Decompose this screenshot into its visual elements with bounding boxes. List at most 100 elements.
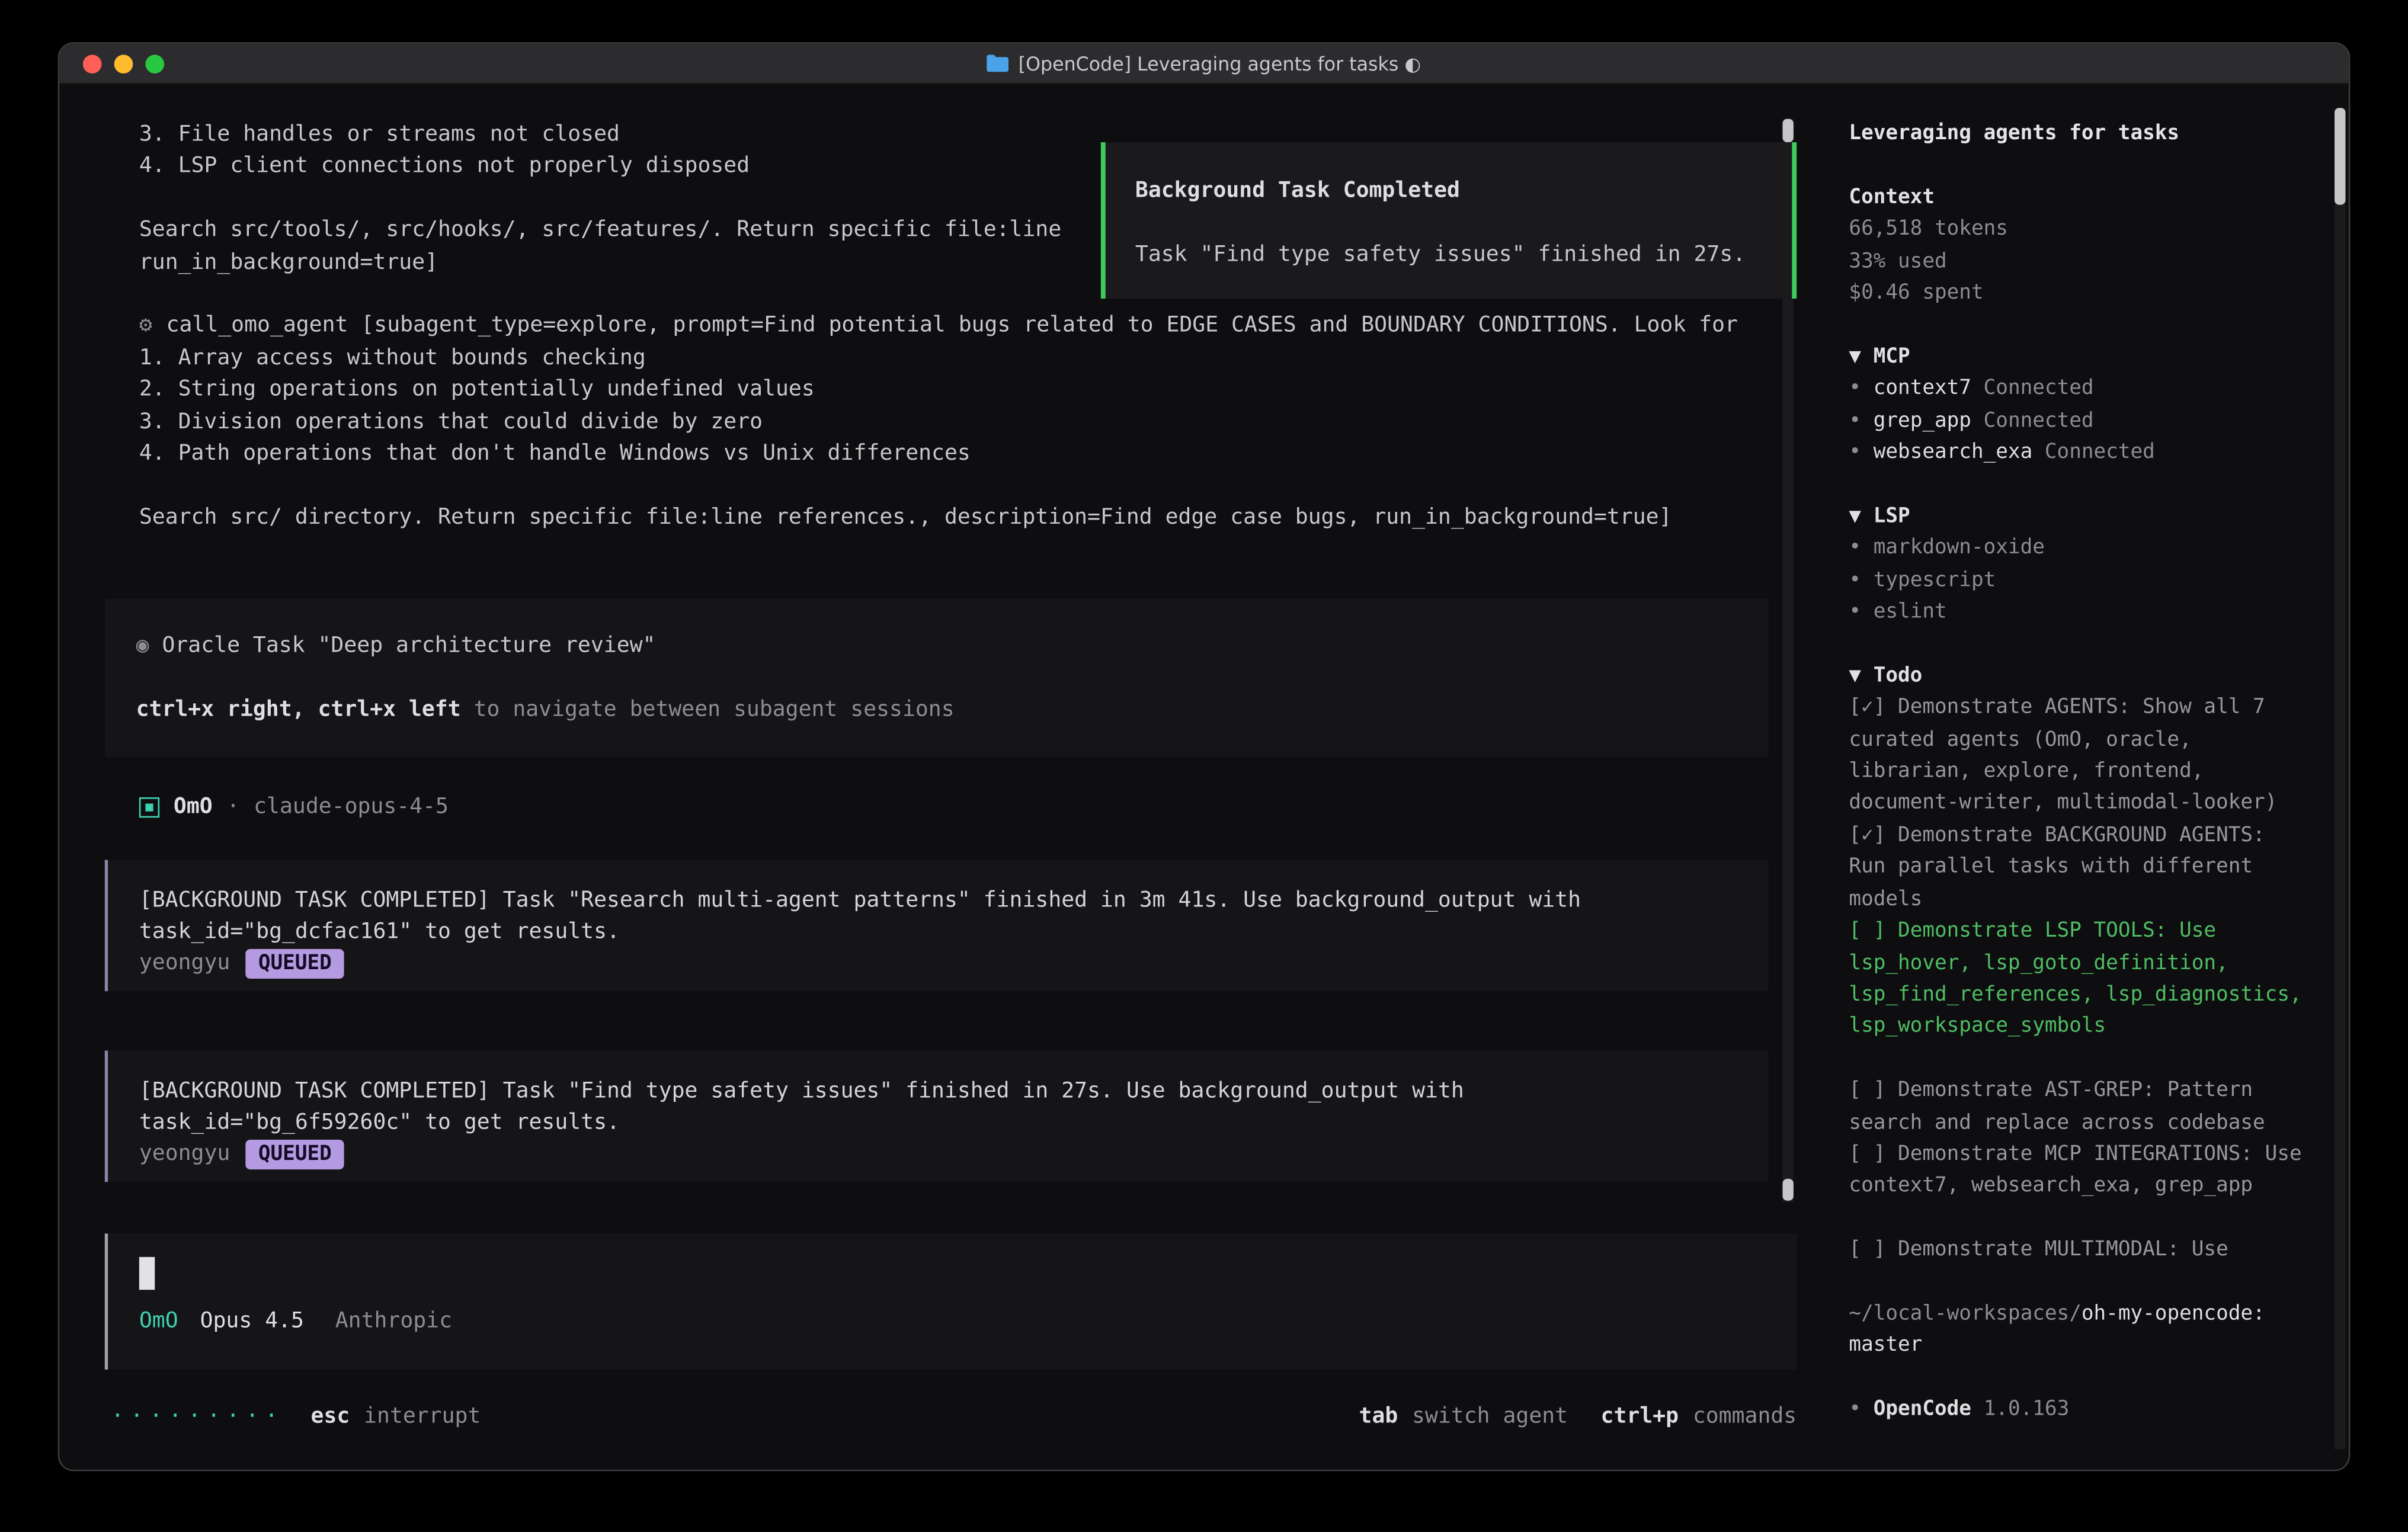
mcp-name: websearch_exa	[1874, 441, 2033, 464]
mcp-status: Connected	[1984, 409, 2094, 432]
todo-text: Demonstrate AST-GREP: Pattern search and…	[1849, 1079, 2265, 1134]
traffic-lights	[83, 55, 164, 73]
todo-text: Demonstrate LSP TOOLS: Use lsp_hover, ls…	[1849, 919, 2301, 1039]
queued-badge: QUEUED	[246, 949, 344, 979]
oracle-hint: ctrl+x right, ctrl+x left to navigate be…	[136, 694, 1737, 726]
bullet-icon: •	[1849, 409, 1861, 432]
prompt-input[interactable]: OmO Opus 4.5 Anthropic	[105, 1233, 1797, 1369]
tool-call-block: ⚙ call_omo_agent [subagent_type=explore, …	[105, 310, 1823, 534]
lsp-name: typescript	[1874, 569, 1996, 592]
todo-item: [✓] Demonstrate AGENTS: Show all 7 curat…	[1849, 693, 2304, 821]
message-text: [BACKGROUND TASK COMPLETED] Task "Resear…	[139, 884, 1734, 948]
tab-key-hint: tab	[1359, 1400, 1398, 1432]
workspace-path: ~/local-workspaces/oh-my-opencode: maste…	[1849, 1299, 2304, 1363]
context-heading: Context	[1849, 182, 2304, 214]
interrupt-label: interrupt	[364, 1400, 481, 1432]
lsp-heading[interactable]: ▼ LSP	[1849, 502, 2304, 534]
todo-checkbox: [✓]	[1849, 696, 1885, 720]
agent-header: OmO · claude-opus-4-5	[139, 791, 1823, 823]
titlebar: [OpenCode] Leveraging agents for tasks ◐	[59, 44, 2348, 85]
window-title: [OpenCode] Leveraging agents for tasks ◐	[987, 52, 1421, 74]
tool-call-text: call_omo_agent [subagent_type=explore, p…	[166, 313, 1738, 338]
todo-heading[interactable]: ▼ Todo	[1849, 661, 2304, 693]
todo-text: Demonstrate MULTIMODAL: Use	[1898, 1238, 2228, 1262]
text-cursor	[139, 1257, 155, 1289]
mcp-item: • context7 Connected	[1849, 374, 2304, 406]
commands-label: commands	[1693, 1400, 1797, 1432]
status-right: tab switch agent ctrl+p commands	[1359, 1400, 1797, 1432]
mcp-name: grep_app	[1874, 409, 1971, 432]
message-block: [BACKGROUND TASK COMPLETED] Task "Resear…	[105, 859, 1769, 991]
bullet-icon: •	[1849, 569, 1861, 592]
oracle-title-line: ◉ Oracle Task "Deep architecture review"	[136, 630, 1737, 662]
switch-agent-label: switch agent	[1412, 1400, 1568, 1432]
gear-icon: ⚙	[139, 313, 152, 338]
bullet-icon: •	[1849, 600, 1861, 624]
spinner-dots-icon: ·········	[111, 1400, 284, 1432]
oracle-title: Oracle Task "Deep architecture review"	[162, 633, 655, 658]
folder-icon	[987, 55, 1009, 72]
lsp-name: eslint	[1874, 600, 1947, 624]
oracle-task-panel[interactable]: ◉ Oracle Task "Deep architecture review"…	[105, 599, 1769, 757]
main-pane: 3. File handles or streams not closed 4.…	[59, 85, 1822, 1472]
agent-icon	[139, 797, 159, 818]
sidebar: Leveraging agents for tasks Context 66,5…	[1823, 85, 2349, 1472]
scrollbar-thumb[interactable]	[1782, 1179, 1793, 1201]
todo-checkbox: [✓]	[1849, 823, 1885, 847]
sidebar-footer: • OpenCode 1.0.163	[1849, 1395, 2304, 1427]
window-body: 3. File handles or streams not closed 4.…	[59, 85, 2348, 1472]
input-model-row: OmO Opus 4.5 Anthropic	[139, 1305, 1766, 1337]
message-author: yeongyu	[139, 1139, 230, 1171]
agent-name: OmO	[174, 791, 213, 823]
session-title: Leveraging agents for tasks	[1849, 119, 2304, 151]
todo-item: [ ] Demonstrate MCP INTEGRATIONS: Use co…	[1849, 1140, 2304, 1204]
desktop: [OpenCode] Leveraging agents for tasks ◐…	[0, 0, 2408, 1532]
mcp-name: context7	[1874, 377, 1971, 401]
scrollbar-thumb[interactable]	[1782, 119, 1793, 143]
opencode-name: OpenCode	[1874, 1398, 1971, 1422]
lsp-section: ▼ LSP • markdown-oxide • typescript • es…	[1849, 502, 2304, 629]
mcp-heading[interactable]: ▼ MCP	[1849, 342, 2304, 374]
todo-checkbox: [ ]	[1849, 919, 1885, 943]
context-spent: $0.46 spent	[1849, 278, 2304, 310]
opencode-version: 1.0.163	[1984, 1398, 2070, 1422]
bullet-icon: •	[1849, 377, 1861, 401]
bullet-icon: •	[1849, 537, 1861, 560]
lsp-name: markdown-oxide	[1874, 537, 2045, 560]
sidebar-scrollbar[interactable]	[2335, 108, 2345, 1449]
todo-text: Demonstrate BACKGROUND AGENTS: Run paral…	[1849, 823, 2265, 911]
workspace-prefix: ~/local-workspaces/	[1849, 1302, 2081, 1326]
tool-call-line: 2. String operations on potentially unde…	[139, 374, 1797, 406]
lsp-item: • typescript	[1849, 565, 2304, 597]
todo-item: [ ] Demonstrate MULTIMODAL: Use	[1849, 1235, 2304, 1267]
todo-checkbox: [ ]	[1849, 1079, 1885, 1102]
close-button[interactable]	[83, 55, 102, 73]
background-task-toast: Background Task Completed Task "Find typ…	[1101, 142, 1797, 299]
status-bar: ········· esc interrupt tab switch agent…	[111, 1400, 1797, 1432]
minimize-button[interactable]	[114, 55, 133, 73]
mcp-status: Connected	[1984, 377, 2094, 401]
oracle-hint-rest: to navigate between subagent sessions	[461, 697, 955, 722]
tool-call-line: 1. Array access without bounds checking	[139, 342, 1797, 374]
ctrlp-key-hint: ctrl+p	[1601, 1400, 1679, 1432]
scrollbar-thumb[interactable]	[2335, 108, 2345, 205]
message-meta: yeongyu QUEUED	[139, 948, 1734, 980]
todo-checkbox: [ ]	[1849, 1143, 1885, 1166]
todo-item: [ ] Demonstrate AST-GREP: Pattern search…	[1849, 1076, 2304, 1140]
bullet-icon: •	[1849, 441, 1861, 464]
mcp-status: Connected	[2045, 441, 2155, 464]
mcp-item: • grep_app Connected	[1849, 406, 2304, 438]
todo-item: [✓] Demonstrate BACKGROUND AGENTS: Run p…	[1849, 821, 2304, 916]
todo-text: Demonstrate AGENTS: Show all 7 curated a…	[1849, 696, 2277, 815]
lsp-item: • markdown-oxide	[1849, 534, 2304, 566]
mcp-item: • websearch_exa Connected	[1849, 438, 2304, 470]
mcp-section: ▼ MCP • context7 Connected • grep_app Co…	[1849, 342, 2304, 469]
context-used: 33% used	[1849, 246, 2304, 278]
zoom-button[interactable]	[145, 55, 164, 73]
status-left: ········· esc interrupt	[111, 1400, 481, 1432]
message-text: [BACKGROUND TASK COMPLETED] Task "Find t…	[139, 1075, 1734, 1139]
terminal-window: [OpenCode] Leveraging agents for tasks ◐…	[58, 42, 2351, 1471]
input-model: Opus 4.5	[200, 1305, 304, 1337]
input-agent: OmO	[139, 1305, 178, 1337]
window-title-text: [OpenCode] Leveraging agents for tasks ◐	[1019, 52, 1421, 74]
